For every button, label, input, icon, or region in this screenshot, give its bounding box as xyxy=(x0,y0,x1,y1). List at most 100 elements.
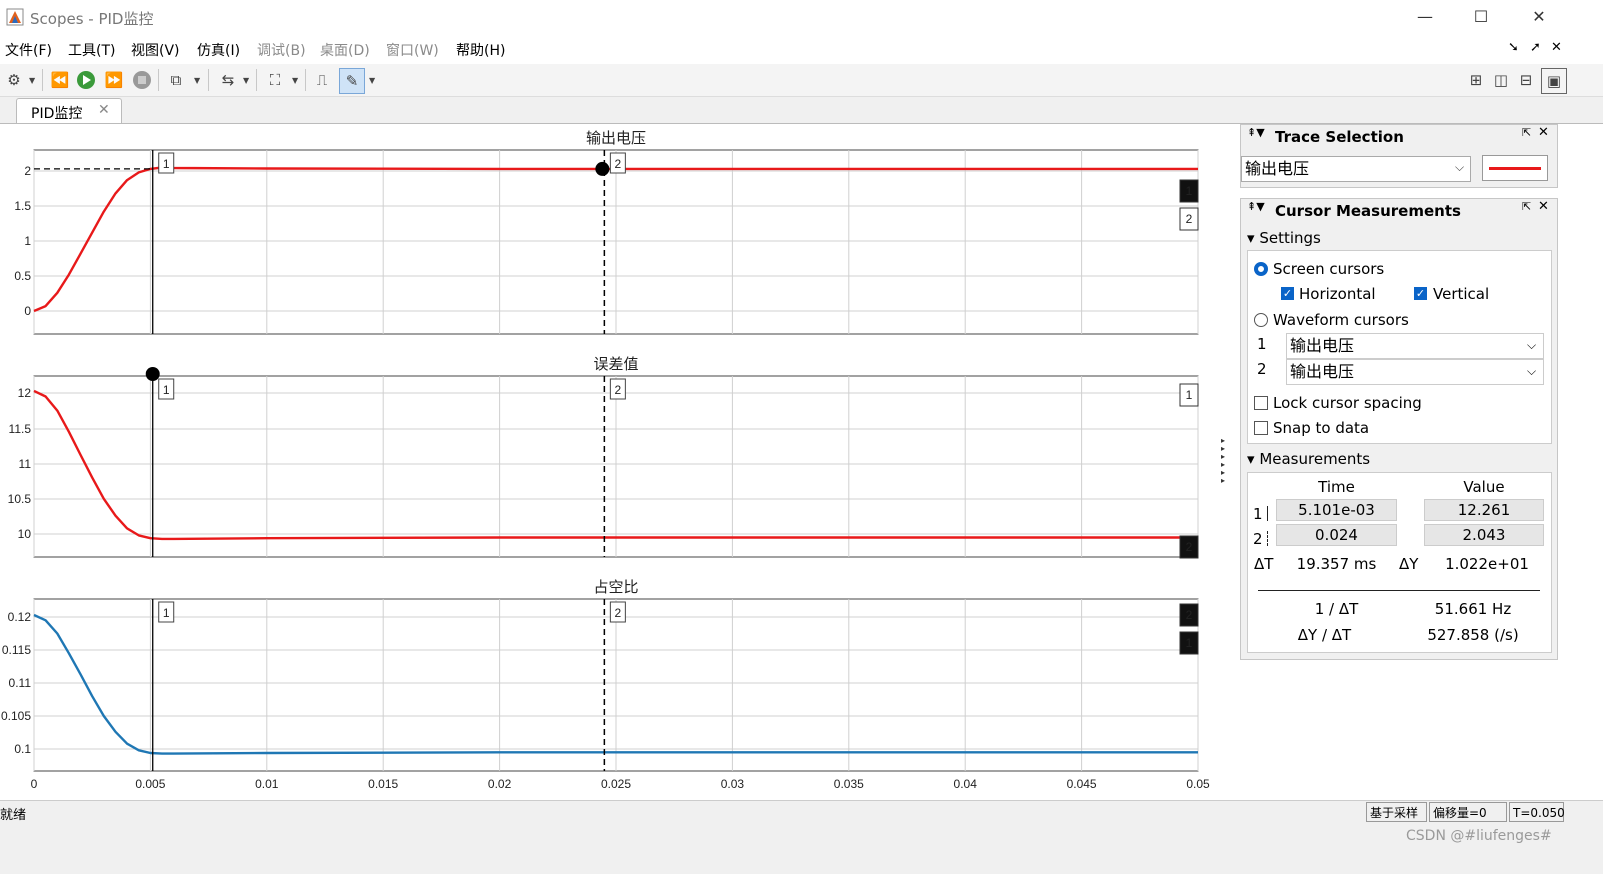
status-offset: 偏移量=0 xyxy=(1429,802,1507,822)
undock-panel-icon[interactable]: ⇱ xyxy=(1522,126,1531,139)
settings-section-toggle[interactable]: ▾ Settings xyxy=(1247,229,1321,247)
step-back-icon[interactable]: ⏪ xyxy=(48,68,72,92)
chevron-down-icon[interactable]: ▼ xyxy=(29,76,35,85)
menu-desktop[interactable]: 桌面(D) xyxy=(320,40,370,60)
axis-title: 误差值 xyxy=(593,355,638,373)
waveform-cursors-radio[interactable] xyxy=(1254,313,1268,327)
y-tick-label: 0.105 xyxy=(1,709,31,723)
stop-icon[interactable] xyxy=(130,68,154,92)
y-tick-label: 10.5 xyxy=(8,492,32,506)
undock-arrow-icon[interactable]: ➘ xyxy=(1508,40,1519,55)
wave2-value: 输出电压 xyxy=(1290,362,1355,381)
menu-view[interactable]: 视图(V) xyxy=(131,40,180,60)
zoom-icon[interactable]: ⇆ xyxy=(216,68,240,92)
x-tick-label: 0.05 xyxy=(1186,777,1210,791)
y-tick-label: 12 xyxy=(18,386,32,400)
settings-gear-icon[interactable]: ⚙ xyxy=(2,68,26,92)
cursor-1-label: 1 xyxy=(163,606,170,620)
row1-index: 1 xyxy=(1253,505,1263,523)
status-bar xyxy=(0,800,1603,827)
chevron-down-icon[interactable]: ⌵ xyxy=(1455,160,1464,175)
y-tick-label: 0.5 xyxy=(14,269,31,283)
menu-help[interactable]: 帮助(H) xyxy=(456,40,505,60)
chevron-down-icon[interactable]: ⌵ xyxy=(1527,338,1536,353)
lock-spacing-label: Lock cursor spacing xyxy=(1273,394,1422,412)
undock-panel-icon[interactable]: ⇱ xyxy=(1522,200,1531,213)
step-forward-icon[interactable]: ⏩ xyxy=(102,68,126,92)
y-tick-label: 11 xyxy=(19,457,32,471)
menu-file[interactable]: 文件(F) xyxy=(5,40,52,60)
pin-icon[interactable]: ⇞▼ xyxy=(1247,200,1265,213)
wave2-dropdown[interactable]: 输出电压 xyxy=(1286,359,1544,385)
scope-plots[interactable]: 21.510.50输出电压1 21211.51110.510误差值1 20.120.… xyxy=(0,123,1235,800)
title-bar xyxy=(0,0,1603,34)
cursor-2-label: 2 xyxy=(615,606,622,620)
menu-debug[interactable]: 调试(B) xyxy=(257,40,306,60)
maximize-button[interactable]: ☐ xyxy=(1456,0,1506,34)
axis-3: 0.12 0.115 0.11 0.105 0.1 占空比 1 2 xyxy=(1,578,1199,772)
x-tick-label: 0.03 xyxy=(721,777,745,791)
y-tick-label: 2 xyxy=(24,164,31,178)
snap-label: Snap to data xyxy=(1273,419,1370,437)
trace-dropdown[interactable]: 输出电压 xyxy=(1241,156,1471,182)
lock-spacing-checkbox[interactable] xyxy=(1254,396,1268,410)
measurements-divider xyxy=(1258,590,1540,591)
delta-t-value: 19.357 ms xyxy=(1296,555,1377,573)
chevron-down-icon[interactable]: ▼ xyxy=(194,76,200,85)
layout-columns-icon[interactable]: ◫ xyxy=(1489,68,1513,92)
row2-index: 2 xyxy=(1253,530,1263,548)
chevron-down-icon[interactable]: ⌵ xyxy=(1527,364,1536,379)
layout-single-icon[interactable]: ▣ xyxy=(1541,68,1567,94)
highlight-block-icon[interactable]: ⧉ xyxy=(164,68,188,92)
cursor-measurements-icon[interactable]: ✎ xyxy=(339,68,365,94)
close-panel-icon[interactable]: ✕ xyxy=(1538,199,1549,214)
autoscale-icon[interactable]: ⛶ xyxy=(263,68,287,92)
chevron-down-icon[interactable]: ▼ xyxy=(243,76,249,85)
horizontal-checkbox[interactable]: ✓ xyxy=(1281,287,1294,300)
snap-checkbox[interactable] xyxy=(1254,421,1268,435)
trace-dropdown-value: 输出电压 xyxy=(1245,159,1310,178)
cursor-1-label: 1 xyxy=(163,157,170,171)
minimize-button[interactable]: — xyxy=(1400,0,1450,34)
menu-close-icon[interactable]: ✕ xyxy=(1551,40,1562,55)
y-tick-label: 1 xyxy=(24,234,31,248)
cursor-2-label: 2 xyxy=(615,383,622,397)
menu-simulation[interactable]: 仿真(I) xyxy=(197,40,240,60)
close-panel-icon[interactable]: ✕ xyxy=(1538,125,1549,140)
wave1-dropdown[interactable]: 输出电压 xyxy=(1286,333,1544,359)
horizontal-label: Horizontal xyxy=(1299,285,1376,303)
menu-bar xyxy=(0,34,1603,64)
close-button[interactable]: ✕ xyxy=(1514,0,1564,34)
hcursor-1-label-axis2: 1 xyxy=(1186,388,1193,402)
trace-color-swatch[interactable] xyxy=(1482,155,1548,181)
y-tick-label: 0.1 xyxy=(14,742,31,756)
matlab-logo-icon xyxy=(6,8,24,26)
vertical-checkbox[interactable]: ✓ xyxy=(1414,287,1427,300)
value-header: Value xyxy=(1463,478,1505,496)
slope-label: ΔY / ΔT xyxy=(1297,626,1352,644)
menu-window[interactable]: 窗口(W) xyxy=(386,40,439,60)
pin-icon[interactable]: ⇞▼ xyxy=(1247,126,1265,139)
measurements-section-toggle[interactable]: ▾ Measurements xyxy=(1247,450,1370,468)
run-icon[interactable] xyxy=(74,68,98,92)
layout-grid-icon[interactable]: ⊞ xyxy=(1464,68,1488,92)
x-tick-label: 0.01 xyxy=(255,777,279,791)
x-tick-label: 0.015 xyxy=(368,777,398,791)
tab-close-icon[interactable]: ✕ xyxy=(98,102,110,118)
trigger-icon[interactable]: ⎍ xyxy=(310,68,334,92)
screen-cursors-radio[interactable] xyxy=(1254,262,1268,276)
y-tick-label: 0.115 xyxy=(2,643,31,657)
dock-arrow-icon[interactable]: ➚ xyxy=(1530,40,1541,55)
menu-tools[interactable]: 工具(T) xyxy=(68,40,115,60)
layout-rows-icon[interactable]: ⊟ xyxy=(1514,68,1538,92)
cursor-1-marker xyxy=(145,367,160,381)
watermark: CSDN @#liufenges# xyxy=(1406,828,1552,844)
wave2-index: 2 xyxy=(1257,360,1267,378)
chevron-down-icon[interactable]: ▼ xyxy=(369,76,375,85)
status-ready: 就绪 xyxy=(0,808,27,823)
axis-title: 输出电压 xyxy=(586,129,646,147)
x-tick-label: 0.035 xyxy=(834,777,864,791)
panel-resize-handle-icon[interactable]: ▸ ▸ ▸ ▸ ▸ ▸ xyxy=(1221,437,1225,485)
chevron-down-icon[interactable]: ▼ xyxy=(292,76,298,85)
delta-y-value: 1.022e+01 xyxy=(1445,555,1529,573)
